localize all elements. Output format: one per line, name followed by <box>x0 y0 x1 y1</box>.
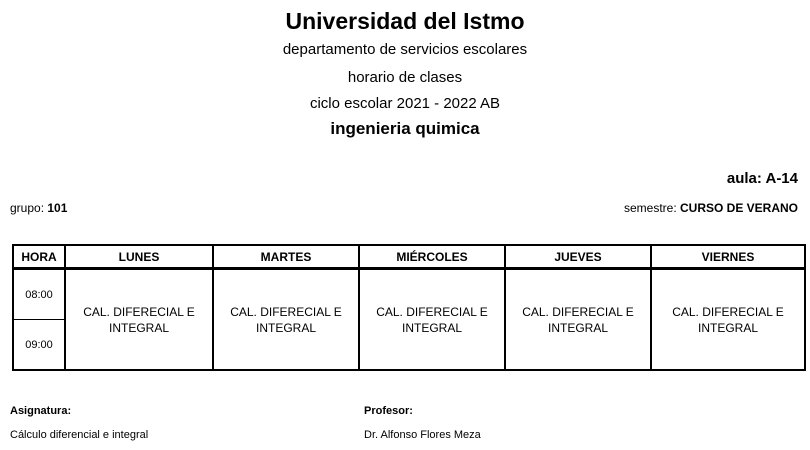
classroom-value: A-14 <box>765 170 798 187</box>
teacher-label: Profesor: <box>364 405 413 417</box>
class-cell-friday: CAL. DIFERECIAL E INTEGRAL <box>650 268 806 371</box>
hour-cell: 09:00 <box>12 319 66 371</box>
column-header-monday: LUNES <box>64 244 214 270</box>
class-cell-tuesday: CAL. DIFERECIAL E INTEGRAL <box>212 268 360 371</box>
hour-cell: 08:00 <box>12 268 66 320</box>
schedule-header-row: HORA LUNES MARTES MIÉRCOLES JUEVES VIERN… <box>12 244 806 270</box>
career-name: ingenieria quimica <box>330 119 480 138</box>
group-label: grupo: <box>10 201 48 215</box>
table-row: 08:00 CAL. DIFERECIAL E INTEGRAL CAL. DI… <box>12 268 806 371</box>
group-value: 101 <box>47 201 68 215</box>
subject-label: Asignatura: <box>10 405 72 417</box>
school-cycle: ciclo escolar 2021 - 2022 AB <box>309 95 501 112</box>
column-header-friday: VIERNES <box>650 244 806 270</box>
class-cell-thursday: CAL. DIFERECIAL E INTEGRAL <box>504 268 652 371</box>
column-header-thursday: JUEVES <box>504 244 652 270</box>
schedule-table: HORA LUNES MARTES MIÉRCOLES JUEVES VIERN… <box>12 244 806 371</box>
department-name: departamento de servicios escolares <box>282 41 528 58</box>
subject-value: Cálculo diferencial e integral <box>10 429 149 441</box>
document-title: horario de clases <box>347 69 463 86</box>
classroom-label: aula: <box>726 170 766 187</box>
group-info: grupo: 101 <box>10 201 67 215</box>
column-header-tuesday: MARTES <box>212 244 360 270</box>
semester-label: semestre: <box>623 201 680 215</box>
column-header-wednesday: MIÉRCOLES <box>358 244 506 270</box>
class-cell-monday: CAL. DIFERECIAL E INTEGRAL <box>64 268 214 371</box>
classroom-info: aula: A-14 <box>727 170 798 187</box>
university-name: Universidad del Istmo <box>285 8 525 34</box>
semester-value: CURSO DE VERANO <box>679 201 798 215</box>
semester-info: semestre: CURSO DE VERANO <box>624 201 798 215</box>
teacher-value: Dr. Alfonso Flores Meza <box>364 429 481 441</box>
class-cell-wednesday: CAL. DIFERECIAL E INTEGRAL <box>358 268 506 371</box>
column-header-hour: HORA <box>12 244 66 270</box>
